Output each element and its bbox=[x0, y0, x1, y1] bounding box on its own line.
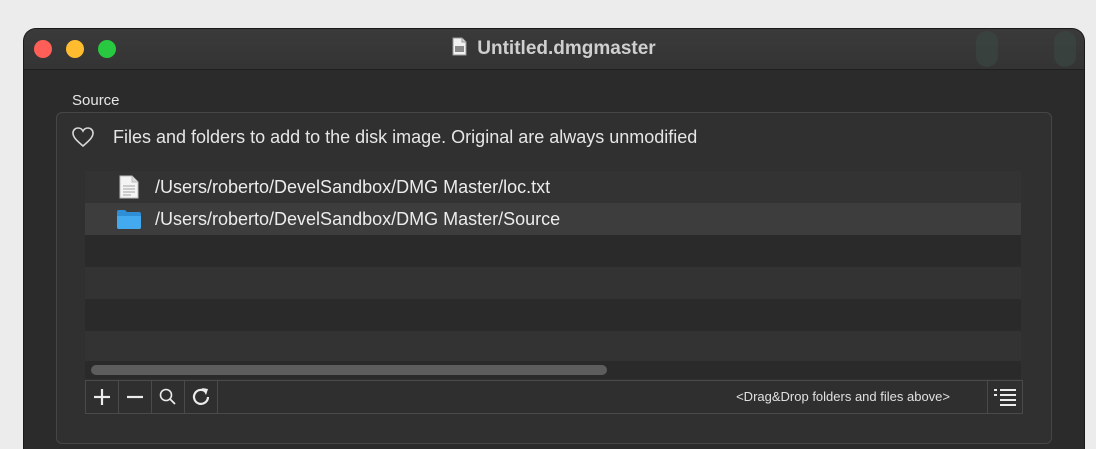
add-button[interactable] bbox=[86, 381, 119, 413]
reveal-button[interactable] bbox=[152, 381, 185, 413]
remove-button[interactable] bbox=[119, 381, 152, 413]
window-title-container: Untitled.dmgmaster bbox=[24, 37, 1084, 61]
list-item-path: /Users/roberto/DevelSandbox/DMG Master/S… bbox=[155, 208, 561, 229]
refresh-button[interactable] bbox=[185, 381, 218, 413]
empty-row bbox=[85, 299, 1021, 331]
window-title: Untitled.dmgmaster bbox=[477, 38, 656, 59]
list-toolbar: <Drag&Drop folders and files above> bbox=[85, 380, 1023, 414]
list-item[interactable]: /Users/roberto/DevelSandbox/DMG Master/l… bbox=[85, 171, 1021, 203]
magnifier-icon bbox=[159, 388, 176, 405]
drag-drop-hint: <Drag&Drop folders and files above> bbox=[736, 389, 950, 404]
list-icon bbox=[994, 389, 1016, 406]
empty-row bbox=[85, 235, 1021, 267]
titlebar-toolbar-button[interactable] bbox=[976, 31, 998, 67]
empty-row bbox=[85, 267, 1021, 299]
minus-icon bbox=[127, 395, 143, 399]
heart-icon bbox=[72, 127, 94, 148]
horizontal-scrollbar[interactable] bbox=[85, 361, 1021, 379]
source-description-text: Files and folders to add to the disk ima… bbox=[113, 126, 698, 147]
scrollbar-thumb[interactable] bbox=[91, 365, 607, 375]
title-bar[interactable]: Untitled.dmgmaster bbox=[24, 29, 1084, 70]
source-group-box: Files and folders to add to the disk ima… bbox=[56, 112, 1052, 444]
folder-icon bbox=[117, 210, 141, 229]
source-description: Files and folders to add to the disk ima… bbox=[71, 123, 697, 151]
source-file-list[interactable]: /Users/roberto/DevelSandbox/DMG Master/l… bbox=[85, 171, 1021, 361]
document-icon bbox=[452, 37, 467, 56]
options-button[interactable] bbox=[987, 381, 1022, 413]
refresh-icon bbox=[192, 388, 210, 405]
titlebar-toolbar-button[interactable] bbox=[1054, 31, 1076, 67]
list-item-path: /Users/roberto/DevelSandbox/DMG Master/l… bbox=[155, 176, 551, 197]
list-item-selected[interactable]: /Users/roberto/DevelSandbox/DMG Master/S… bbox=[85, 203, 1021, 235]
text-file-icon bbox=[119, 175, 139, 199]
plus-icon bbox=[94, 389, 110, 405]
main-window: Untitled.dmgmaster Source Files and fold… bbox=[24, 29, 1084, 449]
source-section-label: Source bbox=[72, 92, 120, 109]
empty-row bbox=[85, 331, 1021, 361]
